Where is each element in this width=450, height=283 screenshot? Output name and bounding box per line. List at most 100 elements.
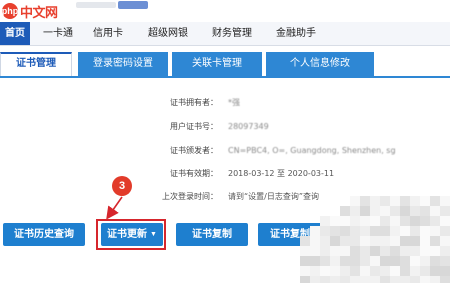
mosaic-tile: [350, 266, 360, 276]
mosaic-tile: [340, 216, 350, 226]
mosaic-tile: [320, 216, 330, 226]
user-cert-no-row: 用户证书号： 28097349: [0, 119, 450, 135]
mosaic-tile: [440, 206, 450, 216]
highlight-box: [96, 219, 166, 250]
mosaic-tile: [420, 196, 430, 206]
mosaic-tile: [390, 246, 400, 256]
cert-holder-row: 证书拥有者： *强: [0, 95, 450, 111]
mosaic-tile: [400, 276, 410, 283]
mosaic-tile: [420, 226, 430, 236]
mosaic-tile: [410, 266, 420, 276]
mosaic-tile: [350, 236, 360, 246]
mosaic-tile: [360, 226, 370, 236]
nav-item-fin-assistant[interactable]: 金融助手: [268, 22, 324, 45]
mosaic-tile: [390, 266, 400, 276]
mosaic-tile: [360, 196, 370, 206]
mosaic-tile: [430, 246, 440, 256]
mosaic-tile: [410, 196, 420, 206]
mosaic-tile: [330, 236, 340, 246]
mosaic-tile: [360, 246, 370, 256]
nav-item-credit-card[interactable]: 信用卡: [86, 22, 130, 45]
mosaic-tile: [420, 266, 430, 276]
mosaic-tile: [440, 236, 450, 246]
mosaic-tile: [370, 226, 380, 236]
user-cert-no-value: 28097349: [228, 122, 269, 131]
main-nav: 首页 一卡通 信用卡 超级网银 财务管理 金融助手: [0, 22, 450, 46]
mosaic-tile: [390, 236, 400, 246]
mosaic-tile: [360, 236, 370, 246]
mosaic-tile: [420, 256, 430, 266]
mosaic-tile: [300, 276, 310, 283]
mosaic-tile: [350, 216, 360, 226]
mosaic-tile: [340, 246, 350, 256]
mosaic-tile: [410, 276, 420, 283]
mosaic-tile: [340, 276, 350, 283]
mosaic-tile: [380, 256, 390, 266]
mosaic-tile: [340, 206, 350, 216]
mosaic-tile: [420, 216, 430, 226]
mosaic-tile: [360, 266, 370, 276]
mosaic-tile: [400, 236, 410, 246]
mosaic-tile: [390, 276, 400, 283]
tab-login-password[interactable]: 登录密码设置: [78, 52, 168, 76]
mosaic-tile: [370, 216, 380, 226]
faded-header-text: [76, 2, 116, 8]
mosaic-tile: [420, 276, 430, 283]
mosaic-tile: [330, 256, 340, 266]
logo-text: 中文网: [20, 4, 58, 20]
cert-validity-label: 证书有效期：: [170, 169, 218, 178]
cert-holder-value: *强: [228, 98, 240, 107]
step-number-badge: 3: [112, 176, 132, 196]
mosaic-tile: [390, 196, 400, 206]
cert-issuer-value: CN=PBC4, O=, Guangdong, Shenzhen, sg: [228, 146, 396, 155]
mosaic-tile: [380, 276, 390, 283]
mosaic-tile: [310, 256, 320, 266]
cert-copy-button[interactable]: 证书复制: [176, 223, 248, 246]
mosaic-tile: [330, 246, 340, 256]
mosaic-tile: [350, 206, 360, 216]
nav-item-home[interactable]: 首页: [0, 22, 30, 45]
last-used-label: 上次登录时间：: [162, 192, 218, 201]
mosaic-tile: [310, 266, 320, 276]
mosaic-tile: [410, 206, 420, 216]
mosaic-tile: [440, 216, 450, 226]
mosaic-tile: [300, 266, 310, 276]
tab-cert-management[interactable]: 证书管理: [0, 52, 72, 76]
mosaic-tile: [380, 246, 390, 256]
cert-validity-row: 证书有效期： 2018-03-12 至 2020-03-11: [0, 166, 450, 182]
mosaic-tile: [410, 256, 420, 266]
mosaic-tile: [320, 246, 330, 256]
mosaic-tile: [410, 246, 420, 256]
mosaic-tile: [330, 276, 340, 283]
mosaic-tile: [400, 246, 410, 256]
tab-linked-cards[interactable]: 关联卡管理: [172, 52, 262, 76]
pixelated-region: [300, 196, 450, 283]
mosaic-tile: [390, 256, 400, 266]
nav-item-finance[interactable]: 财务管理: [204, 22, 260, 45]
tab-underline: [0, 76, 450, 78]
mosaic-tile: [430, 266, 440, 276]
cert-history-button[interactable]: 证书历史查询: [3, 223, 85, 246]
mosaic-tile: [390, 216, 400, 226]
mosaic-tile: [360, 216, 370, 226]
cert-issuer-row: 证书颁发者： CN=PBC4, O=, Guangdong, Shenzhen,…: [0, 143, 450, 159]
nav-item-super-ebank[interactable]: 超级网银: [140, 22, 196, 45]
mosaic-tile: [440, 196, 450, 206]
mosaic-tile: [310, 246, 320, 256]
mosaic-tile: [330, 266, 340, 276]
sub-tabs: 证书管理 登录密码设置 关联卡管理 个人信息修改: [0, 52, 450, 76]
mosaic-tile: [320, 226, 330, 236]
mosaic-tile: [400, 256, 410, 266]
nav-item-one-card[interactable]: 一卡通: [36, 22, 80, 45]
cert-validity-value: 2018-03-12 至 2020-03-11: [228, 169, 335, 178]
mosaic-tile: [300, 256, 310, 266]
mosaic-tile: [380, 216, 390, 226]
mosaic-tile: [350, 196, 360, 206]
mosaic-tile: [350, 226, 360, 236]
mosaic-tile: [400, 266, 410, 276]
site-logo[interactable]: php 中文网: [2, 1, 58, 21]
mosaic-tile: [320, 276, 330, 283]
tab-personal-info[interactable]: 个人信息修改: [266, 52, 374, 76]
mosaic-tile: [440, 266, 450, 276]
mosaic-tile: [300, 236, 310, 246]
